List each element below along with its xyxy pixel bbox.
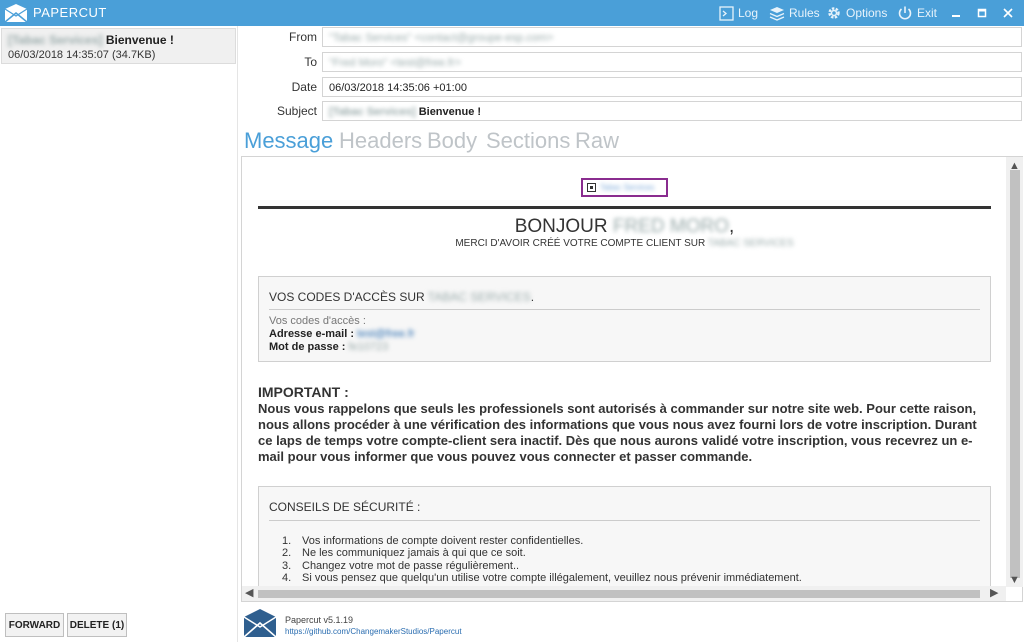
power-icon — [898, 6, 912, 20]
codes-intro: Vos codes d'accès : — [269, 315, 366, 327]
envelope-logo-icon — [4, 4, 28, 23]
scroll-right-icon[interactable]: ▶ — [990, 586, 998, 599]
app-version: Papercut v5.1.19 — [285, 615, 354, 625]
close-icon[interactable] — [998, 3, 1018, 23]
from-field[interactable]: "Tabac Services" <contact@groupe-esp.com… — [322, 27, 1022, 47]
access-codes-box: VOS CODES D'ACCÈS SUR TABAC SERVICES. Vo… — [258, 276, 991, 362]
message-list-panel: [Tabac Services] Bienvenue ! 06/03/2018 … — [0, 26, 238, 642]
maximize-icon[interactable] — [972, 3, 992, 23]
email-row: Adresse e-mail : test@free.fr — [269, 328, 415, 340]
rules-button[interactable]: Rules — [769, 4, 820, 22]
security-tips-title: CONSEILS DE SÉCURITÉ : — [269, 500, 421, 514]
thanks-line: MERCI D'AVOIR CRÉÉ VOTRE COMPTE CLIENT S… — [455, 238, 794, 249]
message-list-item[interactable]: [Tabac Services] Bienvenue ! 06/03/2018 … — [1, 28, 236, 64]
box-divider — [269, 520, 980, 521]
papercut-logo-icon — [243, 609, 277, 638]
access-codes-title: VOS CODES D'ACCÈS SUR TABAC SERVICES. — [269, 290, 535, 304]
vertical-scroll-thumb[interactable] — [1010, 170, 1020, 578]
list-item: 3. Changez votre mot de passe régulièreme… — [282, 559, 520, 572]
to-label: To — [304, 55, 317, 69]
minimize-icon[interactable] — [946, 3, 966, 23]
layers-icon — [769, 6, 785, 21]
tab-message[interactable]: Message — [244, 128, 333, 154]
app-title: PAPERCUT — [33, 5, 107, 20]
subject-label: Subject — [276, 104, 317, 118]
date-field[interactable]: 06/03/2018 14:35:06 +01:00 — [322, 77, 1022, 97]
to-field[interactable]: "Fred Moro" <test@free.fr> — [322, 52, 1022, 72]
delete-button[interactable]: DELETE (1) — [67, 613, 127, 637]
horizontal-scroll-thumb[interactable] — [258, 590, 980, 598]
exit-button[interactable]: Exit — [897, 4, 937, 22]
from-label: From — [289, 30, 317, 44]
console-icon — [719, 5, 734, 21]
message-subject: [Tabac Services] Bienvenue ! — [8, 33, 174, 47]
tab-headers[interactable]: Headers — [339, 128, 422, 154]
scroll-down-icon[interactable]: ▼ — [1009, 574, 1020, 586]
title-bar: PAPERCUT Log Rules Options Exit — [0, 0, 1024, 26]
password-row: Mot de passe : fe10723 — [269, 341, 389, 353]
scroll-left-icon[interactable]: ◀ — [245, 586, 253, 599]
security-tips-list: 1. Vos informations de compte doivent res… — [282, 535, 802, 584]
divider — [258, 206, 991, 209]
tab-sections[interactable]: Sections — [486, 128, 570, 154]
broken-image-icon — [587, 183, 596, 192]
message-date-size: 06/03/2018 14:35:07 (34.7KB) — [8, 49, 156, 61]
box-divider — [269, 309, 980, 310]
important-title: IMPORTANT : — [258, 384, 349, 400]
email-link[interactable]: test@free.fr — [357, 328, 415, 340]
subject-field[interactable]: [Tabac Services] Bienvenue ! — [322, 101, 1022, 121]
greeting-heading: BONJOUR FRED MORO, — [514, 216, 735, 237]
logo-image-link[interactable]: Tabac Services — [581, 178, 668, 197]
options-button[interactable]: Options — [826, 4, 887, 22]
tab-body[interactable]: Body — [427, 128, 477, 154]
list-item: 1. Vos informations de compte doivent res… — [282, 535, 584, 547]
project-link[interactable]: https://github.com/ChangemakerStudios/Pa… — [285, 627, 462, 636]
date-label: Date — [291, 80, 317, 94]
log-button[interactable]: Log — [719, 4, 758, 22]
tab-raw[interactable]: Raw — [575, 128, 619, 154]
gear-icon — [828, 7, 840, 19]
list-item: 2. Ne les communiquez jamais à qui que ce… — [282, 547, 526, 560]
important-text: Nous vous rappelons que seuls les profes… — [258, 401, 977, 464]
scroll-up-icon[interactable]: ▲ — [1009, 160, 1020, 172]
list-item: 4. Si vous pensez que quelqu'un utilise v… — [282, 571, 802, 584]
forward-button[interactable]: FORWARD — [5, 613, 64, 637]
